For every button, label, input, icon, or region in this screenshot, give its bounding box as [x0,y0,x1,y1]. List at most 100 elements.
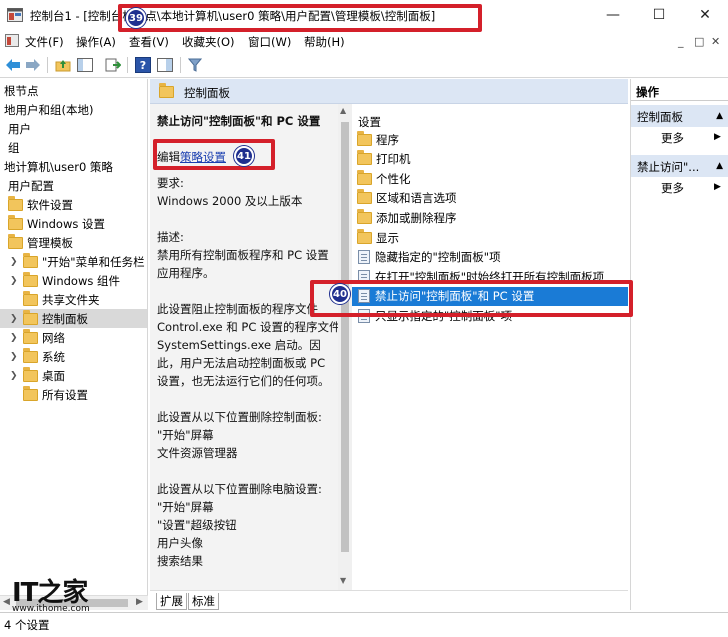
annotation-box-edit-link [153,139,275,170]
properties-pane-icon[interactable] [156,56,174,74]
setting-column-header[interactable]: 设置 [358,112,634,131]
chevron-right-icon[interactable]: ❯ [10,257,20,267]
mdi-minimize-button[interactable]: _ [678,35,684,48]
folder-icon [357,208,372,224]
menu-help[interactable]: 帮助(H) [304,34,345,50]
collapse-up-icon[interactable]: ▲ [716,111,723,121]
filter-icon[interactable] [186,56,204,74]
scroll-right-icon[interactable]: ▶ [136,597,143,607]
menu-favorites[interactable]: 收藏夹(O) [182,34,235,50]
menu-bar: 文件(F) 操作(A) 查看(V) 收藏夹(O) 窗口(W) 帮助(H) _ □… [0,30,728,52]
scrollbar-thumb[interactable] [341,122,349,552]
tree-item[interactable]: 组 [0,138,147,157]
actions-header: 操作 [631,79,728,101]
settings-folder-row[interactable]: 添加或删除程序 [352,208,628,227]
description-scrollbar[interactable]: ▲ ▼ [338,104,352,590]
tree-item[interactable]: 地用户和组(本地) [0,100,147,119]
tree-item[interactable]: Windows 设置 [0,214,147,233]
tree-item[interactable]: ❯ 网络 [0,328,147,347]
menu-action[interactable]: 操作(A) [76,34,116,50]
actions-section-policy[interactable]: 禁止访问"... ▲ [631,155,728,177]
actions-section-title: 控制面板 [637,110,683,124]
tree-item[interactable]: 用户配置 [0,176,147,195]
settings-folder-row[interactable]: 程序 [352,130,628,149]
description-line: 此设置从以下位置删除电脑设置: [157,482,322,496]
details-header: 控制面板 [150,79,628,104]
chevron-right-icon[interactable]: ❯ [10,333,20,343]
folder-icon [357,130,372,146]
tree-item-label: 根节点 [4,83,39,98]
tree-item[interactable]: 所有设置 [0,385,147,404]
watermark-url: www.ithome.com [12,604,90,614]
tree-item[interactable]: ❯ Windows 组件 [0,271,147,290]
export-list-icon[interactable] [104,56,122,74]
chevron-right-icon[interactable]: ❯ [10,352,20,362]
annotation-box-title [118,4,482,32]
collapse-up-icon[interactable]: ▲ [716,161,723,171]
tree-item-label: Windows 组件 [42,273,120,288]
settings-folder-row[interactable]: 打印机 [352,150,628,169]
tree-item[interactable]: 地计算机\user0 策略 [0,157,147,176]
tree-item[interactable]: ❯ "开始"菜单和任务栏 [0,252,147,271]
tree-item-label: 系统 [42,349,65,364]
tree-item[interactable]: 软件设置 [0,195,147,214]
tree-item[interactable]: 管理模板 [0,233,147,252]
tab-extended[interactable]: 扩展 [156,593,187,610]
description-line: 描述: [157,230,184,244]
description-line: 用户头像 [157,536,203,550]
more-arrow-icon: ▶ [714,132,721,142]
tree-item[interactable]: 用户 [0,119,147,138]
scroll-up-icon[interactable]: ▲ [340,106,346,115]
scroll-down-icon[interactable]: ▼ [340,576,346,585]
extended-description-panel: 禁止访问"控制面板"和 PC 设置 编辑策略设置 要求: Windows 2000… [150,104,340,590]
svg-text:?: ? [140,59,146,72]
actions-more-2[interactable]: 更多 ▶ [661,180,721,196]
menu-window[interactable]: 窗口(W) [248,34,291,50]
description-line: Control.exe 和 PC 设置的程序文件 [157,320,340,334]
help-icon[interactable]: ? [134,56,152,74]
tree-item-label: 用户 [8,121,31,136]
setting-label: 显示 [376,230,399,245]
chevron-right-icon[interactable]: ❯ [10,314,20,324]
tree-item-label: 控制面板 [42,311,88,326]
menu-view[interactable]: 查看(V) [129,34,169,50]
settings-folder-row[interactable]: 区域和语言选项 [352,189,628,208]
actions-pane: 操作 控制面板 ▲ 更多 ▶ 禁止访问"... ▲ 更多 ▶ [630,79,728,610]
forward-icon[interactable] [24,56,42,74]
actions-section-control-panel[interactable]: 控制面板 ▲ [631,105,728,127]
description-line: Windows 2000 及以上版本 [157,194,303,208]
description-line: "开始"屏幕 [157,428,214,442]
maximize-button[interactable]: ☐ [636,0,682,30]
settings-folder-row[interactable]: 显示 [352,228,628,247]
toolbar-separator [127,57,128,73]
up-folder-icon[interactable] [54,56,72,74]
setting-label: 程序 [376,132,399,147]
settings-list: 设置 程序 打印机 个性化 区域和语言选项 添加或删除程序 显示 隐藏指定的"控制面板"项在… [352,104,628,590]
tab-standard[interactable]: 标准 [188,593,219,610]
settings-folder-row[interactable]: 个性化 [352,169,628,188]
chevron-right-icon[interactable]: ❯ [10,276,20,286]
mdi-close-button[interactable]: ✕ [711,35,720,48]
close-button[interactable]: ✕ [682,0,728,30]
description-line: 文件资源管理器 [157,446,238,460]
menu-file[interactable]: 文件(F) [25,34,64,50]
policy-setting-row[interactable]: 隐藏指定的"控制面板"项 [352,248,628,267]
tree-item[interactable]: ❯ 控制面板 [0,309,147,328]
more-label: 更多 [661,131,684,145]
folder-icon [23,290,38,306]
minimize-button[interactable]: — [590,0,636,30]
folder-icon [8,195,23,211]
mdi-child-icon[interactable] [5,34,19,47]
tree-item[interactable]: 根节点 [0,81,147,100]
toolbar-separator [180,57,181,73]
tree-item[interactable]: ❯ 系统 [0,347,147,366]
mdi-restore-button[interactable]: □ [694,35,704,48]
chevron-right-icon[interactable]: ❯ [10,371,20,381]
show-hide-tree-icon[interactable] [76,56,94,74]
status-text: 4 个设置 [4,618,50,632]
tree-item[interactable]: 共享文件夹 [0,290,147,309]
back-icon[interactable] [4,56,22,74]
actions-more-1[interactable]: 更多 ▶ [661,130,721,146]
scroll-left-icon[interactable]: ◀ [3,597,10,607]
tree-item[interactable]: ❯ 桌面 [0,366,147,385]
